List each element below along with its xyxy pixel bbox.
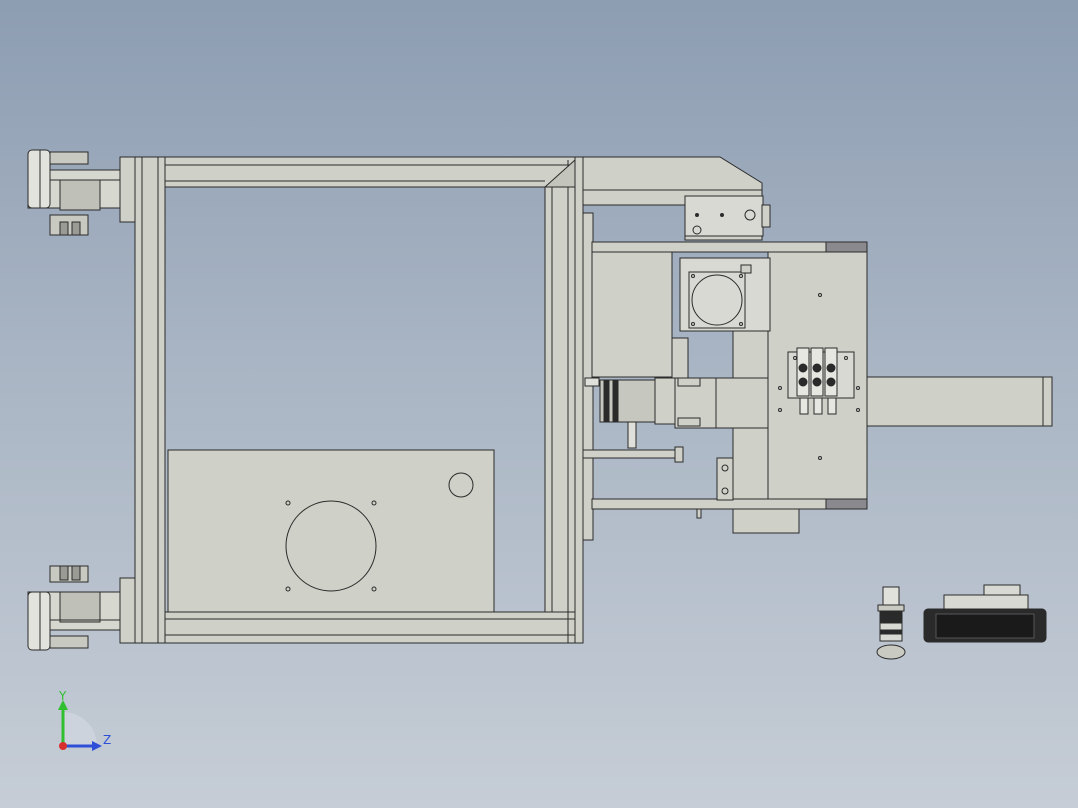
caster-slot xyxy=(71,565,81,581)
fitting-thread xyxy=(879,610,903,624)
handle-part[interactable] xyxy=(923,584,1047,643)
end-plate xyxy=(574,156,584,644)
valve-fitting xyxy=(799,397,809,415)
top-bracket-arm[interactable] xyxy=(582,156,771,241)
key xyxy=(677,377,701,387)
caster-bottom[interactable] xyxy=(27,565,121,651)
pneumatic-fitting-part[interactable] xyxy=(876,586,906,660)
caster-hub xyxy=(27,591,51,651)
left-upright-profile xyxy=(134,156,166,644)
z-axis-label: Z xyxy=(103,733,111,747)
fitting-head xyxy=(876,644,906,660)
valve-port xyxy=(826,363,836,373)
caster-axle xyxy=(59,591,101,623)
motor-rib xyxy=(612,379,619,423)
caster-top[interactable] xyxy=(27,149,121,236)
gear-flange xyxy=(688,271,746,329)
bottom-bracket xyxy=(732,508,800,534)
y-axis-label: Y xyxy=(58,689,67,703)
triad-quadrant xyxy=(63,712,97,746)
graphics-viewport[interactable]: Y Z xyxy=(0,0,1078,808)
valve-port xyxy=(798,377,808,387)
x-axis-dot xyxy=(59,742,67,750)
fitting-nut xyxy=(877,604,905,612)
shaft xyxy=(627,421,637,449)
electrical-panel[interactable] xyxy=(167,449,495,613)
caster-mount-bottom xyxy=(119,577,136,644)
fitting-body xyxy=(882,586,900,606)
caster-bracket xyxy=(49,565,89,583)
caster-bracket xyxy=(49,635,89,649)
mount-spacer xyxy=(671,337,689,379)
caster-slot xyxy=(59,221,69,236)
handle-base xyxy=(943,594,1029,610)
cad-model-view[interactable]: Y Z xyxy=(0,0,1078,808)
rail-end-pad xyxy=(825,241,868,253)
valve-fitting xyxy=(827,397,837,415)
pin xyxy=(696,508,702,519)
valve-port xyxy=(812,377,822,387)
extension-arm[interactable] xyxy=(866,376,1053,427)
caster-axle xyxy=(59,179,101,211)
key xyxy=(677,417,701,427)
valve-port xyxy=(812,363,822,373)
rod-end xyxy=(674,446,684,463)
right-upright-profile xyxy=(544,186,576,613)
motor-connector xyxy=(584,377,600,387)
rail-end-pad xyxy=(825,498,868,510)
screw xyxy=(695,213,699,217)
arm-cap xyxy=(1042,376,1053,427)
valve-fitting xyxy=(813,397,823,415)
arm-beam xyxy=(866,376,1044,427)
connector xyxy=(761,204,771,228)
caster-bracket xyxy=(49,214,89,236)
top-rail-profile xyxy=(164,156,576,188)
caster-slot xyxy=(71,221,81,236)
z-axis-head xyxy=(92,741,102,751)
motor-flange xyxy=(654,377,676,425)
terminal xyxy=(740,264,752,274)
caster-slot xyxy=(59,565,69,581)
handle-inset xyxy=(935,613,1035,639)
panel-plate xyxy=(167,449,495,613)
bottom-rail-profile xyxy=(164,611,576,644)
caster-hub xyxy=(27,149,51,209)
lower-guide-rail xyxy=(591,498,828,510)
valve-port xyxy=(826,377,836,387)
upper-guide-rail xyxy=(591,241,828,253)
caster-bracket xyxy=(49,151,89,165)
caster-mount-top xyxy=(119,156,136,223)
coordinate-triad-icon: Y Z xyxy=(58,689,111,751)
motor-rib xyxy=(603,379,610,423)
mount-block xyxy=(591,251,673,378)
guide-rod xyxy=(582,449,681,459)
handle-mount xyxy=(983,584,1021,597)
screw xyxy=(720,213,724,217)
fitting-ring xyxy=(879,629,903,635)
valve-port xyxy=(798,363,808,373)
